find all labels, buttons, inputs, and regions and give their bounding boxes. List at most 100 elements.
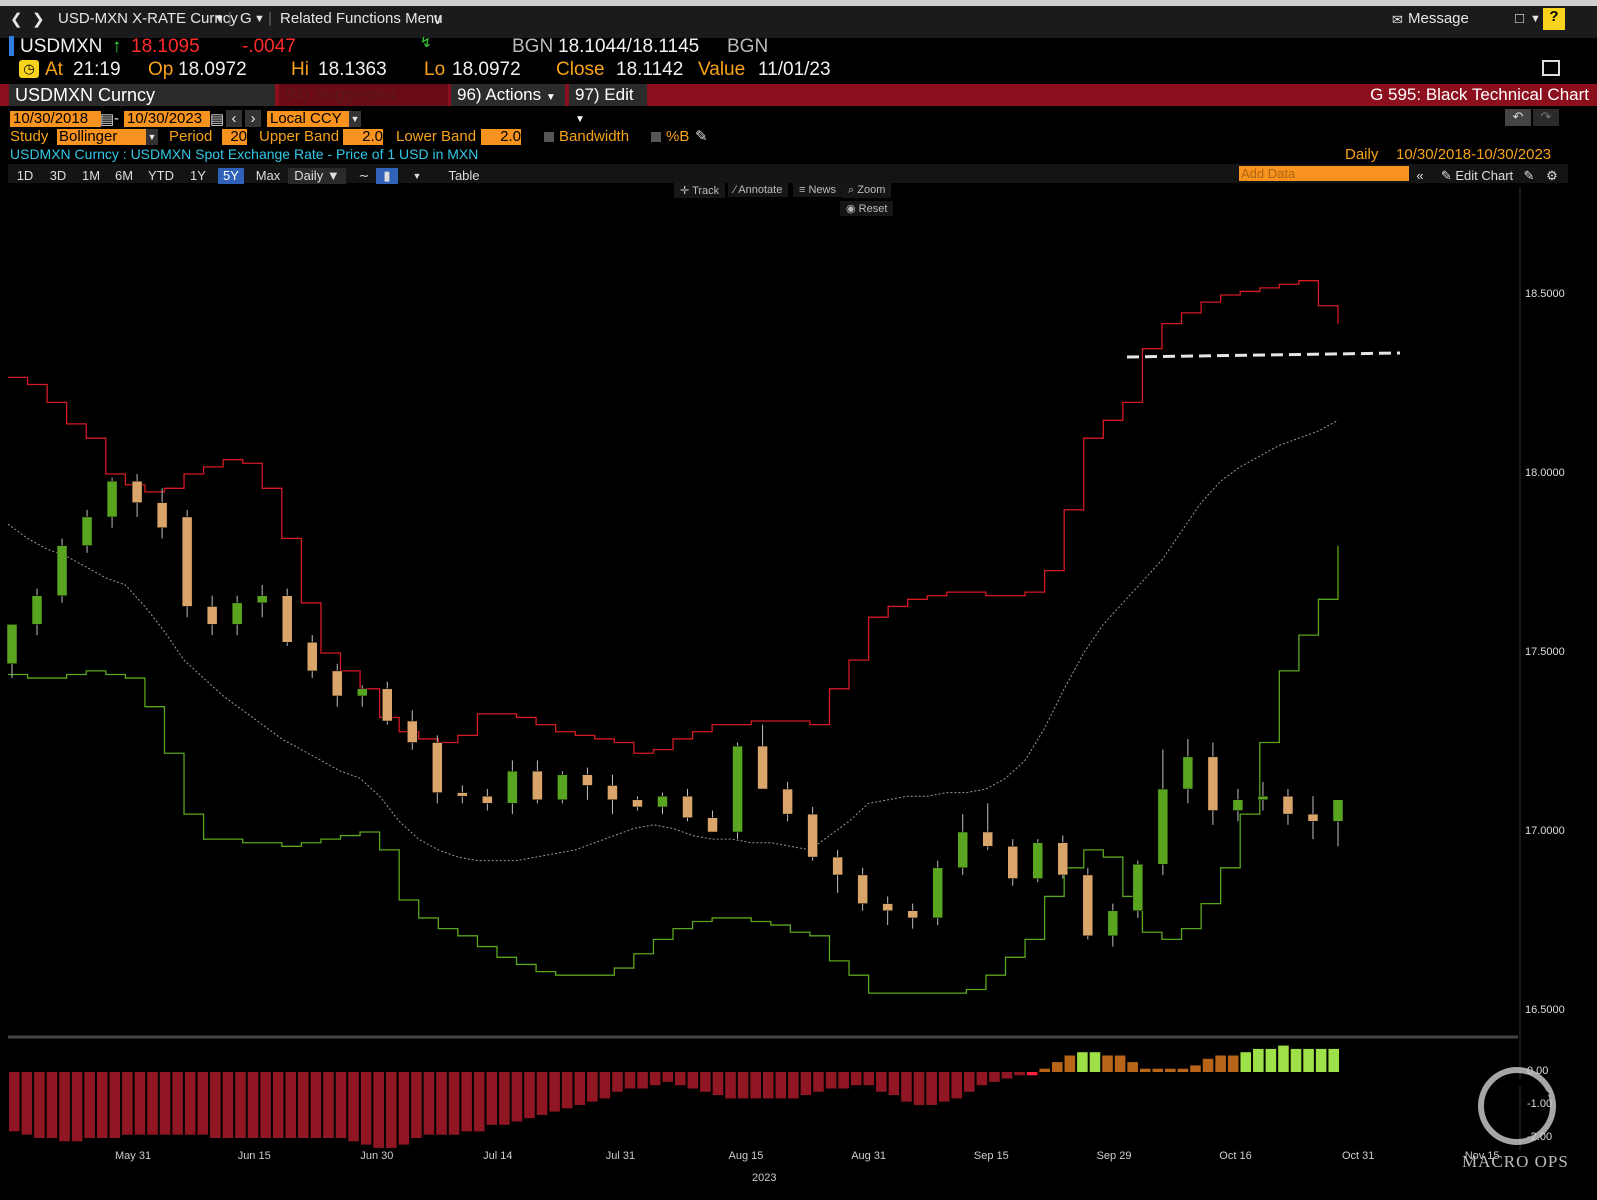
start-date-field[interactable]: 10/30/2018	[10, 111, 101, 127]
function-menu[interactable]: G	[240, 10, 252, 27]
security-description: USDMXN Curncy : USDMXN Spot Exchange Rat…	[10, 146, 479, 162]
histogram-bar	[1265, 1048, 1277, 1072]
y-tick-label: 16.5000	[1525, 1004, 1565, 1016]
high-label: Hi	[291, 59, 309, 80]
histogram-bar	[285, 1072, 297, 1138]
histogram-bar	[71, 1072, 83, 1142]
histogram-bar	[561, 1072, 573, 1109]
candle-body	[281, 595, 293, 643]
edit-button[interactable]: 97) Edit ▼	[569, 84, 647, 125]
histogram-bar	[34, 1072, 45, 1138]
period-button-6m[interactable]: 6M	[111, 168, 137, 184]
window-icon[interactable]: □	[1515, 10, 1524, 27]
histogram-bar	[461, 1072, 472, 1132]
calendar-icon[interactable]: ▤	[100, 110, 114, 128]
candle-body	[607, 785, 618, 801]
end-date-field[interactable]: 10/30/2023	[124, 111, 210, 127]
period-button-1m[interactable]: 1M	[78, 168, 104, 184]
histogram-bar	[260, 1072, 271, 1138]
chevron-left-icon[interactable]: ‹	[226, 110, 242, 127]
resistance-line	[1126, 351, 1401, 359]
candle-body	[357, 688, 368, 697]
period-button-1d[interactable]: 1D	[12, 168, 38, 184]
histogram-bar	[1215, 1055, 1226, 1072]
candlestick-icon[interactable]: ▮	[376, 168, 398, 184]
add-data-input[interactable]: Add Data	[1239, 166, 1409, 181]
upper-bollinger-band	[8, 280, 1339, 754]
chevron-down-icon[interactable]: ▼	[214, 13, 225, 25]
histogram-bar	[1202, 1058, 1214, 1072]
double-chevron-down-icon[interactable]: ∨	[432, 10, 443, 28]
candle-body	[507, 770, 518, 804]
popout-icon[interactable]	[1542, 60, 1560, 76]
edit-chart-button[interactable]: ✎ Edit Chart	[1436, 168, 1518, 184]
period-button-3d[interactable]: 3D	[45, 168, 71, 184]
redo-icon[interactable]: ↷	[1533, 109, 1559, 126]
pctb-checkbox[interactable]	[651, 132, 661, 142]
period-button-ytd[interactable]: YTD	[144, 168, 178, 184]
lower-band-input[interactable]: 2.0	[481, 129, 521, 145]
candle-body	[156, 502, 168, 528]
histogram-bar	[310, 1072, 322, 1138]
histogram-bar	[1152, 1068, 1164, 1072]
x-tick-label: Sep 29	[1096, 1150, 1132, 1162]
period-button-5y[interactable]: 5Y	[218, 168, 244, 184]
line-chart-icon[interactable]: ∼	[354, 168, 374, 184]
histogram-bar	[360, 1072, 372, 1145]
calendar-icon[interactable]: ▤	[210, 110, 224, 128]
edit-label: 97) Edit	[575, 85, 634, 104]
chevron-down-icon[interactable]: ▼	[349, 111, 361, 127]
undo-icon[interactable]: ↶	[1505, 109, 1531, 126]
security-menu[interactable]: USD-MXN X-RATE Curncy	[58, 10, 238, 27]
upper-band-input[interactable]: 2.0	[343, 129, 383, 145]
price-chart[interactable]	[0, 188, 1597, 1200]
edit-icon[interactable]: ✎	[1522, 168, 1536, 184]
candle-body	[882, 903, 893, 912]
chart-name: G 595: Black Technical Chart	[1370, 85, 1589, 104]
chevron-down-icon[interactable]: ▼	[1530, 13, 1541, 25]
histogram-bar	[9, 1072, 20, 1132]
chevron-down-icon[interactable]: ▼	[254, 13, 265, 25]
frequency-select[interactable]: Daily ▼	[288, 168, 346, 184]
candle-body	[682, 795, 693, 818]
chevron-left-icon[interactable]: ❮	[10, 10, 23, 28]
gear-icon[interactable]: ⚙	[1544, 168, 1560, 184]
divider: |	[268, 10, 272, 27]
chevron-right-icon[interactable]: ❯	[32, 10, 45, 28]
related-functions-menu[interactable]: Related Functions Menu	[280, 10, 443, 27]
date-separator: -	[114, 110, 119, 127]
security-field[interactable]: USDMXN Curncy	[9, 84, 275, 106]
histogram-bar	[1240, 1052, 1252, 1072]
candle-body	[181, 516, 193, 607]
table-button[interactable]: Table	[440, 168, 488, 184]
study-select[interactable]: Bollinger	[57, 129, 147, 145]
histogram-bar	[901, 1072, 912, 1102]
period-button-1y[interactable]: 1Y	[185, 168, 211, 184]
period-button-max[interactable]: Max	[251, 168, 285, 184]
frequency-label: Daily	[1345, 146, 1379, 163]
bandwidth-checkbox[interactable]	[544, 132, 554, 142]
histogram-bar	[348, 1072, 359, 1142]
message-button[interactable]: Message	[1408, 10, 1469, 27]
histogram-bar	[1077, 1052, 1088, 1072]
histogram-bar	[1328, 1048, 1339, 1072]
period-input[interactable]: 20	[222, 129, 247, 145]
chevron-down-icon[interactable]: ▼	[410, 168, 424, 184]
suggested-charts-button[interactable]: 94) Suggested Charts	[279, 84, 448, 126]
histogram-bar	[1039, 1068, 1050, 1072]
x-tick-label: Oct 31	[1342, 1150, 1375, 1162]
currency-select[interactable]: Local CCY	[267, 111, 350, 127]
histogram-bar	[750, 1072, 761, 1099]
histogram-bar	[210, 1072, 221, 1138]
pencil-icon[interactable]: ✎	[695, 127, 708, 145]
actions-button[interactable]: 96) Actions ▼	[451, 84, 565, 106]
candle-body	[932, 867, 943, 919]
help-button[interactable]: ?	[1543, 8, 1565, 30]
histogram-bar	[675, 1072, 686, 1086]
chevron-right-icon[interactable]: ›	[245, 110, 261, 127]
chevron-down-icon[interactable]: ▼	[146, 129, 158, 145]
histogram-bar	[1114, 1055, 1126, 1072]
candle-body	[832, 856, 843, 876]
double-chevron-left-icon[interactable]: «	[1412, 168, 1428, 184]
histogram-bar	[737, 1072, 749, 1099]
